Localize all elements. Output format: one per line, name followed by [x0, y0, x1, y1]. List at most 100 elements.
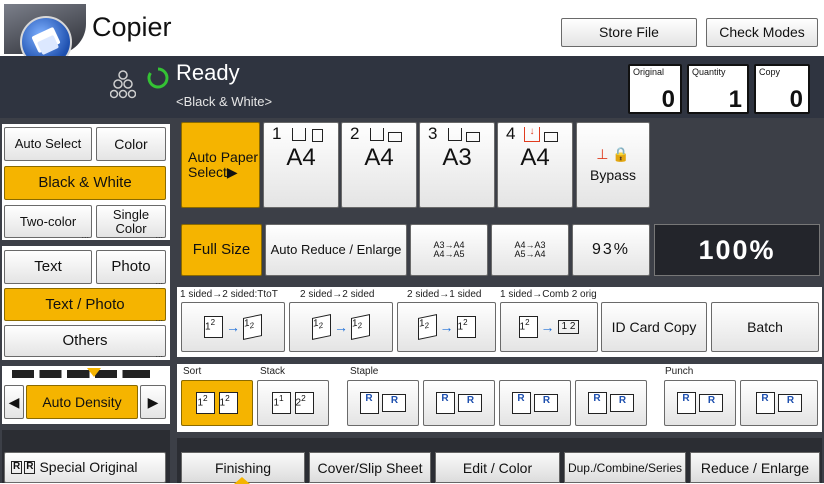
tray-3-icon — [448, 128, 462, 141]
two-to-one-sided-button[interactable]: 12 → 12 — [397, 302, 496, 352]
tab-reduce-enlarge[interactable]: Reduce / Enlarge — [690, 452, 820, 483]
arrow-right-icon: → — [439, 318, 454, 335]
bypass-tray-icon: ⊥ 🔒 — [596, 146, 630, 163]
staple-top-left-button[interactable]: R R — [347, 380, 419, 426]
combined-page-icon: 1 2 — [557, 319, 580, 335]
batch-button[interactable]: Batch — [711, 302, 819, 352]
color-button[interactable]: Color — [96, 127, 166, 161]
special-original-button[interactable]: R R Special Original — [4, 452, 166, 483]
staple-top-right-button[interactable]: R R — [423, 380, 495, 426]
density-left-arrow-icon[interactable]: ◀ — [4, 385, 24, 419]
duplex-page-icon: 12 — [312, 313, 331, 341]
black-white-button[interactable]: Black & White — [4, 166, 166, 200]
job-list-icon[interactable] — [109, 68, 137, 100]
stack-pages-icon-2: 22 — [294, 392, 314, 414]
quantity-counter: Quantity 1 — [687, 64, 749, 114]
two-color-button[interactable]: Two-color — [4, 205, 92, 240]
tray-4-size: A4 — [520, 144, 550, 171]
staple-left-2-icon-2: R — [534, 394, 559, 412]
staple-left-2-icon: R — [511, 392, 531, 414]
stack-caption: Stack — [260, 366, 286, 377]
combine-2-orig-button[interactable]: 12 → 1 2 — [500, 302, 598, 352]
text-button[interactable]: Text — [4, 250, 92, 284]
original-label: Original — [633, 67, 665, 77]
special-original-label: Special Original — [39, 459, 138, 476]
single-color-button[interactable]: Single Color — [96, 205, 166, 240]
tray-2-button[interactable]: 2 A4 — [341, 122, 417, 208]
copy-value: 0 — [789, 86, 803, 113]
punch-left-icon: R — [676, 392, 696, 414]
tray-3-button[interactable]: 3 A3 — [419, 122, 495, 208]
tab-edit-color[interactable]: Edit / Color — [435, 452, 560, 483]
staple-caption: Staple — [350, 366, 379, 377]
bypass-label: Bypass — [590, 167, 636, 183]
staple-top-2-icon-2: R — [610, 394, 635, 412]
tray-1-button[interactable]: 1 A4 — [263, 122, 339, 208]
density-right-arrow-icon[interactable]: ▶ — [140, 385, 166, 419]
staple-top-left-icon: R — [359, 392, 379, 414]
staple-top-2-button[interactable]: R R — [575, 380, 647, 426]
sort-button[interactable]: 12 12 — [181, 380, 253, 426]
arrow-right-icon: → — [334, 318, 348, 335]
tray-3-orientation-icon — [466, 132, 480, 142]
tray-2-size: A4 — [364, 144, 394, 171]
color-mode-status: <Black & White> — [176, 94, 273, 109]
tray-1-icon — [292, 128, 306, 141]
arrow-right-icon: → — [226, 318, 240, 335]
quantity-value: 1 — [728, 86, 742, 113]
id-card-copy-button[interactable]: ID Card Copy — [601, 302, 707, 352]
special-original-icon: R — [11, 461, 23, 474]
punch-left-button[interactable]: R R — [664, 380, 736, 426]
ratio-93-button[interactable]: 93% — [572, 224, 650, 276]
full-size-button[interactable]: Full Size — [181, 224, 262, 276]
duplex-caption-1: 1 sided→2 sided:TtoT — [180, 289, 278, 300]
page-1-icon: 12 — [456, 316, 476, 338]
auto-select-button[interactable]: Auto Select — [4, 127, 92, 161]
tray-1-size: A4 — [286, 144, 316, 171]
staple-top-right-icon-2: R — [458, 394, 483, 412]
duplex-caption-2: 2 sided→2 sided — [300, 289, 375, 300]
punch-top-icon-2: R — [778, 394, 803, 412]
staple-left-2-button[interactable]: R R — [499, 380, 571, 426]
duplex-page-icon: 12 — [243, 313, 262, 341]
tab-cover-slip-sheet[interactable]: Cover/Slip Sheet — [309, 452, 431, 483]
auto-density-button[interactable]: Auto Density — [26, 385, 138, 419]
sort-pages-icon-2: 12 — [218, 392, 238, 414]
punch-top-icon: R — [755, 392, 775, 414]
auto-paper-select-label: Select▶ — [188, 164, 238, 180]
tray-4-button[interactable]: 4 ↓ A4 — [497, 122, 573, 208]
a3-to-a4-button[interactable]: A3→A4 A4→A5 — [410, 224, 488, 276]
a4-to-a5-label: A4→A5 — [433, 249, 465, 259]
original-counter: Original 0 — [628, 64, 682, 114]
app-title: Copier — [92, 12, 172, 42]
text-photo-button[interactable]: Text / Photo — [4, 288, 166, 323]
quantity-label: Quantity — [692, 67, 726, 77]
tray-2-orientation-icon — [388, 132, 402, 142]
punch-caption: Punch — [665, 366, 694, 377]
tray-1-number: 1 — [272, 124, 282, 143]
two-to-two-sided-button[interactable]: 12 → 12 — [289, 302, 393, 352]
copy-label: Copy — [759, 67, 781, 77]
auto-paper-label: Auto Paper — [188, 149, 259, 166]
punch-top-button[interactable]: R R — [740, 380, 818, 426]
auto-paper-select-button[interactable]: Auto Paper Select▶ — [181, 122, 260, 208]
sort-pages-icon: 12 — [196, 392, 216, 414]
tray-2-number: 2 — [350, 124, 360, 143]
tray-4-orientation-icon — [544, 132, 558, 142]
store-file-button[interactable]: Store File — [561, 18, 697, 47]
check-modes-button[interactable]: Check Modes — [706, 18, 818, 47]
photo-button[interactable]: Photo — [96, 250, 166, 286]
duplex-page-icon: 12 — [417, 313, 437, 341]
density-indicator-icon — [87, 368, 101, 377]
a4-to-a3-button[interactable]: A4→A3 A5→A4 — [491, 224, 569, 276]
tray-1-orientation-icon — [312, 129, 323, 142]
stack-button[interactable]: 11 22 — [257, 380, 329, 426]
bypass-button[interactable]: ⊥ 🔒 Bypass — [576, 122, 650, 208]
density-scale — [12, 370, 150, 378]
tray-2-icon — [370, 128, 384, 141]
staple-top-2-icon: R — [587, 392, 607, 414]
auto-reduce-enlarge-button[interactable]: Auto Reduce / Enlarge — [265, 224, 407, 276]
one-to-two-sided-button[interactable]: 12 → 12 — [181, 302, 285, 352]
others-button[interactable]: Others — [4, 325, 166, 359]
tab-dup-combine-series[interactable]: Dup./Combine/Series — [564, 452, 686, 483]
